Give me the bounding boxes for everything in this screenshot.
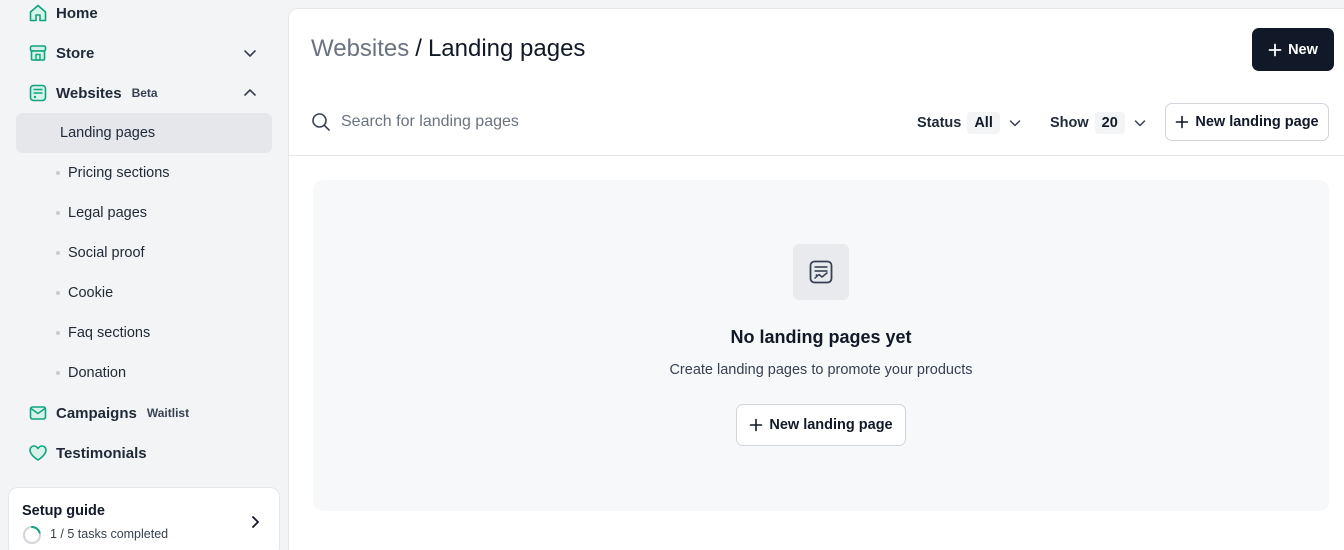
sidebar-item-campaigns[interactable]: Campaigns Waitlist [16,393,272,433]
sidebar-subitem-label: Faq sections [68,325,151,341]
chevron-down-icon [1009,120,1021,127]
new-button[interactable]: New [1252,28,1334,71]
sidebar-subitem-label: Landing pages [60,125,156,141]
page-title: Landing pages [427,35,586,62]
new-landing-page-label: New landing page [1195,114,1319,130]
sidebar-subitem-social-proof[interactable]: Social proof [16,233,272,273]
divider [289,155,1344,156]
sidebar-subitem-pricing-sections[interactable]: Pricing sections [16,153,272,193]
search-bar[interactable] [311,109,771,135]
sidebar-subitem-cookie[interactable]: Cookie [16,273,272,313]
bullet-icon [56,331,60,335]
chevron-right-icon[interactable] [247,514,263,530]
setup-guide-card[interactable]: Setup guide 1 / 5 tasks completed [8,487,280,550]
waitlist-badge: Waitlist [146,406,190,420]
store-icon [28,43,48,63]
bullet-icon [56,251,60,255]
show-filter-label: Show [1050,115,1089,131]
website-icon [28,83,48,103]
chevron-down-icon[interactable] [242,45,258,61]
status-filter[interactable]: Status All [917,111,1022,135]
sidebar-item-home[interactable]: Home [16,0,272,33]
bullet-icon [56,291,60,295]
empty-state-new-landing-page-button[interactable]: New landing page [736,404,906,446]
status-filter-label: Status [917,115,962,131]
plus-icon [750,418,763,432]
empty-state-title: No landing pages yet [730,327,912,347]
main-panel: Websites/Landing pages New Status All Sh… [288,8,1344,550]
landing-page-icon [793,244,849,300]
show-filter[interactable]: Show 20 [1050,111,1147,135]
sidebar-subitem-label: Legal pages [68,205,148,221]
sidebar-subitem-label: Pricing sections [68,165,170,181]
sidebar-item-testimonials[interactable]: Testimonials [16,433,272,473]
chevron-down-icon [1134,120,1146,127]
beta-badge: Beta [131,86,158,100]
sidebar-item-websites[interactable]: Websites Beta [16,73,272,113]
sidebar-subitem-landing-pages[interactable]: Landing pages [16,113,272,153]
heart-icon [28,443,48,463]
search-icon [312,113,330,131]
progress-ring-icon [23,526,41,544]
mail-icon [28,403,48,423]
setup-guide-title: Setup guide [22,503,105,519]
sidebar-item-label: Campaigns [56,404,137,422]
sidebar-subitem-donation[interactable]: Donation [16,353,272,393]
breadcrumb: Websites / Landing pages [311,35,585,63]
sidebar-item-label: Store [56,44,95,62]
bullet-icon [56,171,60,175]
empty-state-button-label: New landing page [769,417,893,433]
empty-state-description: Create landing pages to promote your pro… [669,362,973,378]
plus-icon [1176,115,1189,129]
home-icon [28,3,48,23]
sidebar-item-label: Home [56,4,98,22]
sidebar: Home Store Websites Beta Landing pages P… [0,0,288,550]
sidebar-subitem-label: Donation [68,365,127,381]
chevron-up-icon[interactable] [242,85,258,101]
plus-icon [1268,43,1282,56]
bullet-icon [56,371,60,375]
bullet-icon [56,211,60,215]
sidebar-item-label: Testimonials [56,444,147,462]
show-filter-value: 20 [1094,112,1125,134]
status-filter-value: All [967,112,1000,134]
sidebar-subitem-legal-pages[interactable]: Legal pages [16,193,272,233]
sidebar-item-store[interactable]: Store [16,33,272,73]
sidebar-item-label: Websites [56,84,122,102]
empty-state: No landing pages yet Create landing page… [313,180,1329,511]
new-button-label: New [1288,41,1318,58]
sidebar-subitem-faq-sections[interactable]: Faq sections [16,313,272,353]
sidebar-subitem-label: Cookie [68,285,114,301]
sidebar-subitem-label: Social proof [68,245,145,261]
breadcrumb-separator: / [415,35,422,62]
breadcrumb-websites[interactable]: Websites [311,35,409,62]
new-landing-page-button[interactable]: New landing page [1165,103,1329,141]
search-input[interactable] [341,113,761,131]
setup-guide-progress: 1 / 5 tasks completed [50,527,169,541]
